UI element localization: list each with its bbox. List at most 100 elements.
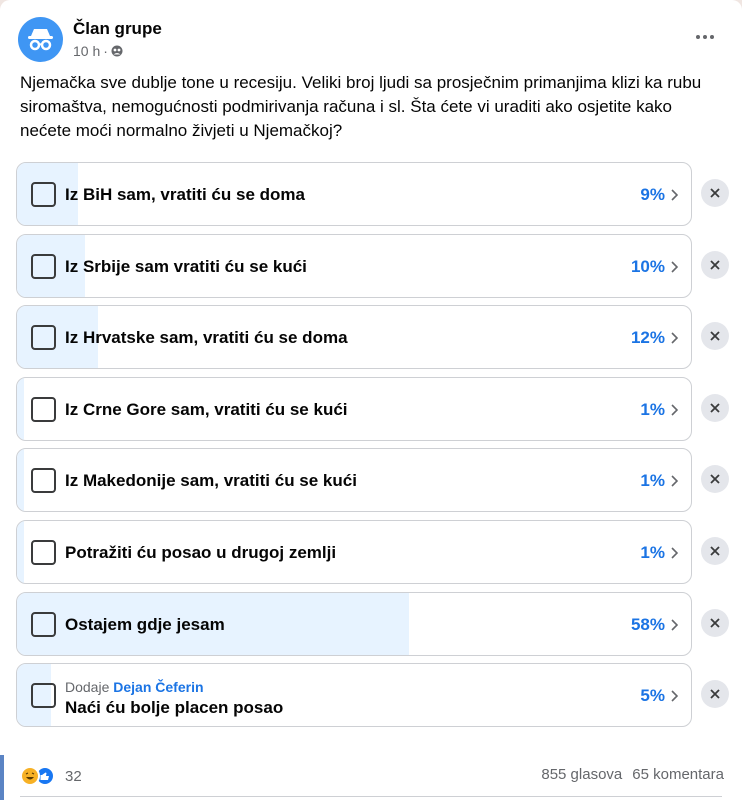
haha-reaction-icon (20, 766, 40, 786)
group-audience-icon (111, 45, 123, 56)
remove-option-button[interactable] (701, 322, 729, 351)
chevron-right-icon (671, 475, 678, 487)
more-dot-icon (710, 35, 714, 39)
percent-value: 10% (630, 256, 665, 276)
more-options-button[interactable] (692, 27, 718, 47)
poll-option-row: Dodaje Dejan Čeferin Naći ću bolje placen… (16, 663, 730, 728)
poll-option[interactable]: Iz Makedonije sam, vratiti ću se kući 1% (16, 448, 692, 513)
incognito-icon (28, 28, 53, 50)
poll-result-bar (17, 520, 24, 583)
added-by-prefix: Dodaje (65, 679, 110, 696)
poll-option-row: Iz Hrvatske sam, vratiti ću se doma 12% (16, 305, 730, 370)
author-name[interactable]: Član grupe (73, 19, 162, 39)
close-icon (710, 188, 720, 198)
poll-option-label: Iz BiH sam, vratiti ću se doma (65, 185, 305, 204)
close-icon (710, 403, 720, 413)
poll-option[interactable]: Potražiti ću posao u drugoj zemlji 1% (16, 519, 692, 584)
close-icon (710, 259, 720, 270)
poll-option-label: Iz Srbije sam vratiti ću se kući (65, 256, 307, 276)
remove-option-button[interactable] (701, 179, 729, 207)
poll-option-label: Potražiti ću posao u drugoj zemlji (65, 542, 337, 562)
poll-option-label: Iz Makedonije sam, vratiti ću se kući (65, 471, 357, 491)
poll-result-bar (17, 377, 24, 440)
remove-option-button[interactable] (701, 536, 729, 565)
post-header: Član grupe 10 h · (18, 16, 162, 62)
poll-result-bar (17, 449, 24, 512)
poll-option[interactable]: Iz Crne Gore sam, vratiti ću se kući 1% (16, 376, 692, 441)
post-time[interactable]: 10 h (73, 42, 100, 60)
poll-option-checkbox[interactable] (31, 683, 56, 709)
more-dot-icon (703, 35, 707, 39)
poll-option-row: Iz Makedonije sam, vratiti ću se kući 1% (16, 448, 730, 513)
poll-option[interactable]: Ostajem gdje jesam 58% (16, 591, 692, 656)
meta-separator: · (103, 42, 108, 59)
percent-value: 58% (630, 614, 665, 634)
poll-option-percent[interactable]: 1% (640, 399, 678, 421)
percent-value: 1% (640, 471, 665, 491)
percent-value: 9% (640, 185, 665, 204)
poll-option-checkbox[interactable] (31, 539, 56, 565)
poll-option-percent[interactable]: 10% (631, 256, 678, 278)
chevron-right-icon (671, 189, 678, 201)
percent-value: 12% (630, 328, 665, 348)
poll-option-row: Potražiti ću posao u drugoj zemlji 1% (16, 519, 730, 584)
post-card: Član grupe 10 h · Njemačka sve dublje to… (0, 0, 742, 800)
poll-option-checkbox[interactable] (31, 325, 56, 351)
poll-option-label: Iz Hrvatske sam, vratiti ću se doma (65, 328, 348, 348)
chevron-right-icon (671, 618, 678, 631)
poll-options: Iz BiH sam, vratiti ću se doma 9% Iz Srbij… (16, 162, 730, 735)
reaction-count[interactable]: 32 (65, 768, 82, 785)
chevron-right-icon (671, 690, 678, 702)
close-icon (710, 689, 720, 699)
chevron-right-icon (671, 332, 678, 344)
poll-option-percent[interactable]: 5% (640, 685, 678, 707)
footer-divider (20, 796, 722, 797)
poll-option-row: Iz Crne Gore sam, vratiti ću se kući 1% (16, 376, 730, 441)
votes-count[interactable]: 855 glasova (541, 766, 622, 783)
chevron-right-icon (671, 261, 678, 273)
close-icon (710, 331, 720, 341)
percent-value: 5% (640, 686, 665, 706)
poll-option-percent[interactable]: 1% (640, 542, 678, 564)
poll-option-row: Iz BiH sam, vratiti ću se doma 9% (16, 162, 730, 226)
poll-option-label: Naći ću bolje placen posao (65, 698, 284, 718)
poll-option-checkbox[interactable] (31, 182, 56, 207)
poll-option-row: Ostajem gdje jesam 58% (16, 591, 730, 656)
post-text: Njemačka sve dublje tone u recesiju. Vel… (20, 73, 702, 140)
post-footer: 32 855 glasova 65 komentara (20, 766, 724, 788)
comments-count[interactable]: 65 komentara (632, 766, 724, 783)
more-dot-icon (696, 35, 700, 39)
left-accent-bar (0, 755, 4, 800)
post-stats: 855 glasova 65 komentara (541, 766, 724, 783)
poll-option[interactable]: Dodaje Dejan Čeferin Naći ću bolje placen… (16, 663, 692, 728)
remove-option-button[interactable] (701, 465, 729, 494)
poll-option-checkbox[interactable] (31, 611, 56, 637)
remove-option-button[interactable] (701, 680, 729, 709)
poll-option[interactable]: Iz Srbije sam vratiti ću se kući 10% (16, 233, 692, 298)
poll-option-percent[interactable]: 1% (640, 470, 678, 492)
poll-option-row: Iz Srbije sam vratiti ću se kući 10% (16, 233, 730, 298)
poll-option-checkbox[interactable] (31, 253, 56, 279)
poll-option-label: Iz Crne Gore sam, vratiti ću se kući (65, 399, 348, 419)
percent-value: 1% (640, 399, 665, 419)
poll-option-percent[interactable]: 12% (631, 327, 678, 349)
remove-option-button[interactable] (701, 393, 729, 422)
added-by-name[interactable]: Dejan Čeferin (113, 679, 203, 695)
post-meta: 10 h · (73, 42, 162, 60)
reactions-summary[interactable]: 32 (20, 766, 82, 786)
close-icon (710, 546, 720, 556)
poll-option[interactable]: Iz Hrvatske sam, vratiti ću se doma 12% (16, 305, 692, 370)
percent-value: 1% (640, 542, 665, 562)
remove-option-button[interactable] (701, 250, 729, 279)
poll-option-label: Ostajem gdje jesam (65, 614, 225, 634)
poll-option[interactable]: Iz BiH sam, vratiti ću se doma 9% (16, 162, 692, 226)
anonymous-avatar[interactable] (18, 16, 63, 62)
poll-option-checkbox[interactable] (31, 396, 56, 422)
close-icon (710, 617, 720, 628)
poll-option-percent[interactable]: 58% (631, 614, 678, 636)
remove-option-button[interactable] (701, 608, 729, 637)
poll-option-checkbox[interactable] (31, 468, 56, 494)
poll-option-percent[interactable]: 9% (640, 184, 678, 206)
close-icon (710, 474, 720, 485)
chevron-right-icon (671, 404, 678, 416)
